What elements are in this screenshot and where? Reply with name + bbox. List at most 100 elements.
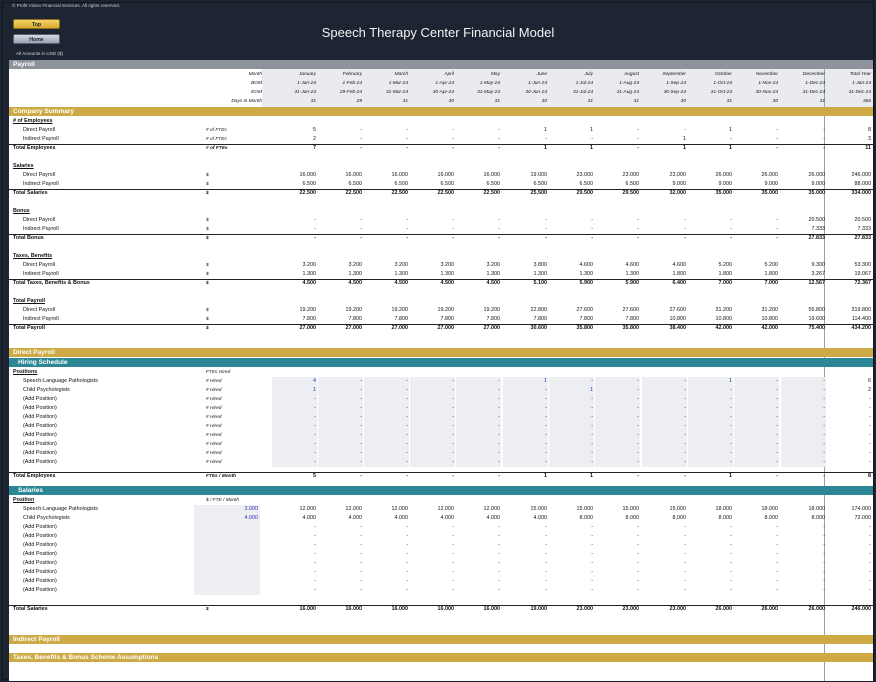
value-cell[interactable]: -: [272, 422, 316, 431]
value-cell[interactable]: -: [688, 422, 732, 431]
value-cell[interactable]: -: [595, 413, 639, 422]
value-cell[interactable]: -: [456, 449, 500, 458]
value-cell[interactable]: -: [595, 449, 639, 458]
value-cell[interactable]: -: [364, 413, 408, 422]
value-cell[interactable]: -: [595, 440, 639, 449]
value-cell[interactable]: -: [781, 395, 825, 404]
value-cell[interactable]: -: [318, 458, 362, 467]
value-cell[interactable]: -: [781, 413, 825, 422]
input-value[interactable]: [214, 541, 258, 550]
value-cell[interactable]: -: [642, 386, 686, 395]
value-cell[interactable]: -: [318, 395, 362, 404]
value-cell[interactable]: 1: [549, 386, 593, 395]
value-cell[interactable]: -: [688, 440, 732, 449]
value-cell[interactable]: -: [318, 440, 362, 449]
value-cell[interactable]: -: [688, 404, 732, 413]
value-cell[interactable]: -: [364, 449, 408, 458]
value-cell[interactable]: 1: [272, 386, 316, 395]
input-value[interactable]: 3.000: [214, 505, 259, 514]
value-cell[interactable]: -: [364, 458, 408, 467]
value-cell[interactable]: -: [688, 431, 732, 440]
value-cell[interactable]: -: [549, 422, 593, 431]
value-cell[interactable]: -: [410, 413, 454, 422]
value-cell[interactable]: 1: [503, 377, 547, 386]
value-cell[interactable]: -: [364, 395, 408, 404]
value-cell[interactable]: -: [642, 440, 686, 449]
value-cell[interactable]: -: [272, 458, 316, 467]
value-cell[interactable]: -: [781, 449, 825, 458]
input-value[interactable]: 4.000: [214, 514, 259, 523]
value-cell[interactable]: -: [318, 377, 362, 386]
value-cell[interactable]: -: [734, 377, 778, 386]
value-cell[interactable]: -: [595, 395, 639, 404]
value-cell[interactable]: -: [734, 395, 778, 404]
input-value[interactable]: [214, 532, 258, 541]
value-cell[interactable]: -: [734, 386, 778, 395]
value-cell[interactable]: -: [364, 377, 408, 386]
value-cell[interactable]: -: [595, 404, 639, 413]
value-cell[interactable]: -: [456, 458, 500, 467]
value-cell[interactable]: -: [595, 458, 639, 467]
value-cell[interactable]: -: [688, 386, 732, 395]
value-cell[interactable]: -: [549, 449, 593, 458]
value-cell[interactable]: -: [549, 377, 593, 386]
value-cell[interactable]: -: [503, 422, 547, 431]
value-cell[interactable]: -: [318, 431, 362, 440]
value-cell[interactable]: -: [688, 449, 732, 458]
value-cell[interactable]: -: [410, 395, 454, 404]
value-cell[interactable]: -: [318, 404, 362, 413]
value-cell[interactable]: -: [364, 386, 408, 395]
value-cell[interactable]: -: [410, 440, 454, 449]
value-cell[interactable]: -: [734, 431, 778, 440]
value-cell[interactable]: 1: [688, 377, 732, 386]
spreadsheet[interactable]: Payroll January February March April May June J…: [9, 60, 873, 681]
value-cell[interactable]: -: [688, 395, 732, 404]
value-cell[interactable]: -: [272, 404, 316, 413]
value-cell[interactable]: -: [595, 431, 639, 440]
value-cell[interactable]: -: [364, 422, 408, 431]
value-cell[interactable]: -: [272, 449, 316, 458]
value-cell[interactable]: -: [410, 404, 454, 413]
value-cell[interactable]: -: [318, 386, 362, 395]
value-cell[interactable]: -: [318, 449, 362, 458]
value-cell[interactable]: -: [456, 395, 500, 404]
value-cell[interactable]: -: [410, 458, 454, 467]
value-cell[interactable]: -: [456, 440, 500, 449]
value-cell[interactable]: -: [503, 386, 547, 395]
input-value[interactable]: [214, 559, 258, 568]
value-cell[interactable]: -: [781, 431, 825, 440]
value-cell[interactable]: -: [410, 386, 454, 395]
value-cell[interactable]: -: [688, 413, 732, 422]
value-cell[interactable]: -: [549, 440, 593, 449]
value-cell[interactable]: -: [549, 413, 593, 422]
input-value[interactable]: [214, 577, 258, 586]
value-cell[interactable]: -: [642, 422, 686, 431]
value-cell[interactable]: -: [503, 404, 547, 413]
value-cell[interactable]: -: [364, 440, 408, 449]
value-cell[interactable]: -: [734, 413, 778, 422]
value-cell[interactable]: -: [734, 404, 778, 413]
value-cell[interactable]: -: [503, 431, 547, 440]
input-value[interactable]: [214, 586, 258, 595]
value-cell[interactable]: -: [642, 377, 686, 386]
value-cell[interactable]: -: [595, 386, 639, 395]
value-cell[interactable]: -: [642, 458, 686, 467]
value-cell[interactable]: -: [642, 413, 686, 422]
value-cell[interactable]: -: [272, 431, 316, 440]
value-cell[interactable]: -: [642, 431, 686, 440]
value-cell[interactable]: -: [781, 377, 825, 386]
value-cell[interactable]: -: [642, 395, 686, 404]
value-cell[interactable]: -: [549, 431, 593, 440]
value-cell[interactable]: -: [410, 449, 454, 458]
value-cell[interactable]: -: [642, 404, 686, 413]
value-cell[interactable]: -: [781, 422, 825, 431]
value-cell[interactable]: -: [734, 422, 778, 431]
value-cell[interactable]: -: [688, 458, 732, 467]
value-cell[interactable]: -: [781, 404, 825, 413]
input-value[interactable]: [214, 568, 258, 577]
value-cell[interactable]: -: [456, 404, 500, 413]
value-cell[interactable]: -: [272, 395, 316, 404]
value-cell[interactable]: -: [456, 377, 500, 386]
value-cell[interactable]: -: [595, 377, 639, 386]
value-cell[interactable]: -: [272, 413, 316, 422]
